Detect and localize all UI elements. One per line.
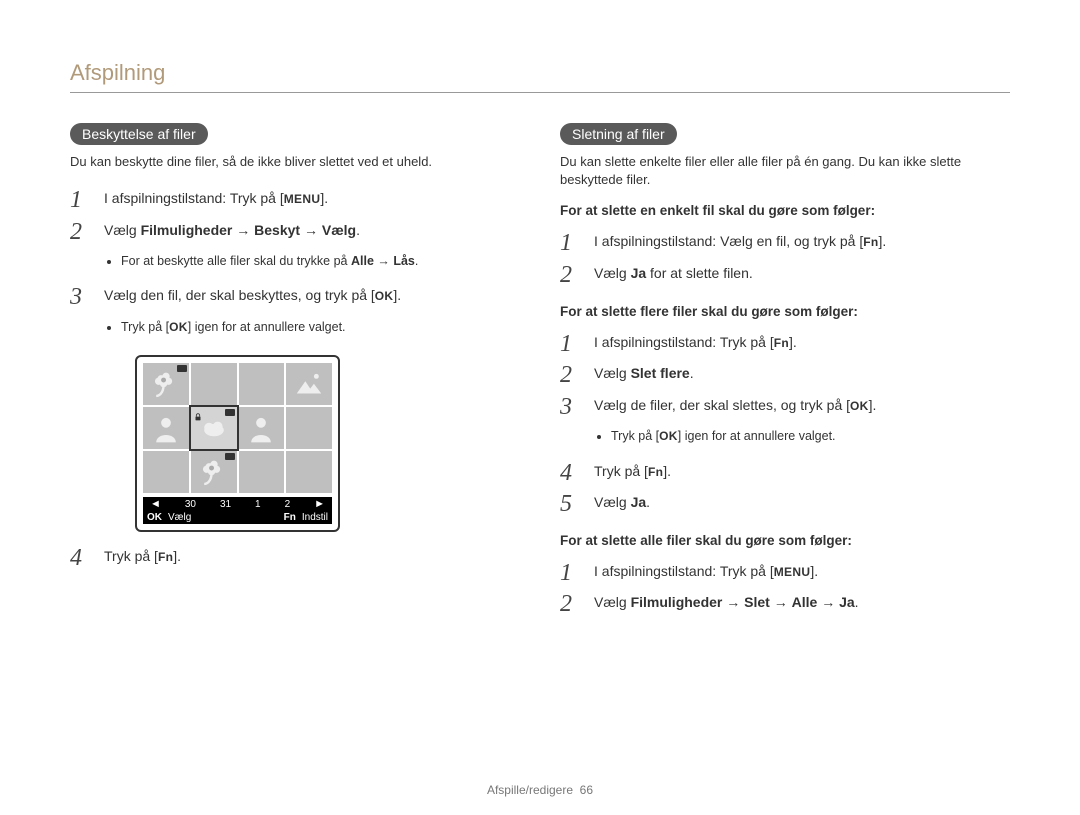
step-text: Vælg den fil, der skal beskyttes, og try… [104, 282, 520, 314]
thumbnail-cell [239, 451, 285, 493]
page-footer: Afspille/redigere 66 [0, 783, 1080, 797]
step-text: Tryk på [Fn]. [104, 543, 520, 575]
step-number: 4 [70, 543, 104, 575]
right-column: Sletning af filer Du kan slette enkelte … [560, 123, 1010, 631]
step-text: Vælg Filmuligheder → Slet → Alle → Ja. [594, 589, 1010, 621]
fn-key: Fn [863, 235, 878, 249]
intro-delete: Du kan slette enkelte filer eller alle f… [560, 153, 1010, 189]
thumbnail-cell [143, 363, 189, 405]
thumbnail-grid-figure: ◄303112►OKVælgFnIndstil [135, 355, 340, 532]
step-text: I afspilningstilstand: Tryk på [MENU]. [594, 558, 1010, 590]
left-column: Beskyttelse af filer Du kan beskytte din… [70, 123, 520, 631]
thumbnail-cell [286, 451, 332, 493]
step-text: I afspilningstilstand: Vælg en fil, og t… [594, 228, 1010, 260]
video-tag-icon [177, 365, 187, 372]
step-text: Vælg Slet flere. [594, 360, 1010, 392]
step-note: Tryk på [OK] igen for at annullere valge… [595, 426, 1009, 446]
fn-key: Fn [648, 465, 663, 479]
steps-delete-single: 1I afspilningstilstand: Vælg en fil, og … [560, 228, 1010, 291]
section-pill-protect: Beskyttelse af filer [70, 123, 208, 145]
step-text: Vælg Ja. [594, 489, 1010, 521]
fn-key: Fn [158, 550, 173, 564]
step-text: Vælg de filer, der skal slettes, og tryk… [594, 392, 1010, 424]
section-pill-delete: Sletning af filer [560, 123, 677, 145]
steps-protect: 1I afspilningstilstand: Tryk på [MENU].2… [70, 185, 520, 575]
steps-delete-multi: 1I afspilningstilstand: Tryk på [Fn].2Væ… [560, 329, 1010, 521]
subhead-single: For at slette en enkelt fil skal du gøre… [560, 203, 1010, 218]
footer-page: 66 [580, 783, 593, 797]
thumbnail-cell [239, 407, 285, 449]
step-text: I afspilningstilstand: Tryk på [Fn]. [594, 329, 1010, 361]
mountain-icon [293, 369, 325, 398]
step-number: 2 [70, 217, 104, 249]
thumbnail-cell [239, 363, 285, 405]
step-number: 1 [70, 185, 104, 217]
step-number: 1 [560, 558, 594, 590]
action-bar: OKVælgFnIndstil [143, 511, 332, 524]
thumbnail-cell [143, 407, 189, 449]
video-tag-icon [225, 453, 235, 460]
step-number: 1 [560, 329, 594, 361]
flower-icon [198, 457, 230, 486]
ok-key: OK [169, 320, 188, 334]
thumbnail-cell [191, 407, 237, 449]
menu-key: MENU [284, 192, 321, 206]
step-note: For at beskytte alle filer skal du trykk… [105, 251, 519, 271]
person-icon [150, 413, 182, 442]
ok-key: OK [850, 399, 869, 413]
thumbnail-cell [191, 363, 237, 405]
step-text: Vælg Ja for at slette filen. [594, 260, 1010, 292]
step-number: 3 [70, 282, 104, 314]
person-icon [245, 413, 277, 442]
calendar-row: ◄303112► [143, 497, 332, 511]
subhead-all: For at slette alle filer skal du gøre so… [560, 533, 1010, 548]
flower-icon [150, 369, 182, 398]
step-number: 2 [560, 260, 594, 292]
menu-key: MENU [774, 565, 811, 579]
step-text: Vælg Filmuligheder → Beskyt → Vælg. [104, 217, 520, 249]
intro-protect: Du kan beskytte dine filer, så de ikke b… [70, 153, 520, 171]
step-number: 5 [560, 489, 594, 521]
page-header: Afspilning [70, 60, 1010, 93]
lock-icon [193, 412, 203, 422]
subhead-multi: For at slette flere filer skal du gøre s… [560, 304, 1010, 319]
step-number: 4 [560, 458, 594, 490]
thumbnail-cell [143, 451, 189, 493]
step-number: 2 [560, 360, 594, 392]
thumbnail-cell [286, 363, 332, 405]
step-number: 1 [560, 228, 594, 260]
video-tag-icon [225, 409, 235, 416]
footer-section: Afspille/redigere [487, 783, 573, 797]
step-note: Tryk på [OK] igen for at annullere valge… [105, 317, 519, 337]
step-text: I afspilningstilstand: Tryk på [MENU]. [104, 185, 520, 217]
ok-key: OK [659, 429, 678, 443]
step-number: 3 [560, 392, 594, 424]
step-number: 2 [560, 589, 594, 621]
steps-delete-all: 1I afspilningstilstand: Tryk på [MENU].2… [560, 558, 1010, 621]
ok-key: OK [375, 289, 394, 303]
fn-key: Fn [774, 336, 789, 350]
step-text: Tryk på [Fn]. [594, 458, 1010, 490]
thumbnail-cell [286, 407, 332, 449]
thumbnail-cell [191, 451, 237, 493]
